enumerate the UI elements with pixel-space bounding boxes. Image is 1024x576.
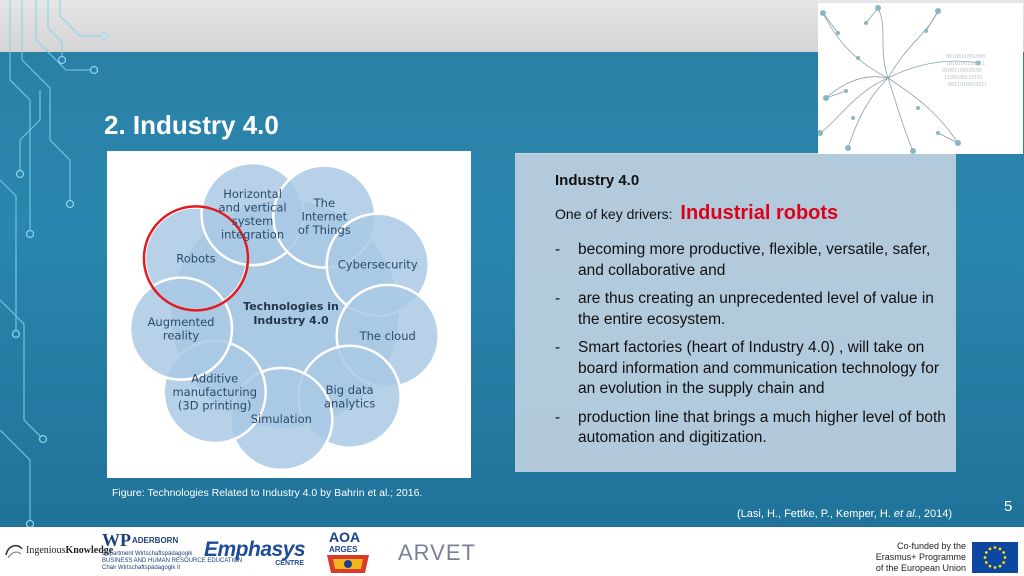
content-box: Industry 4.0 One of key drivers: Industr…	[515, 153, 956, 472]
content-heading: Industry 4.0	[555, 172, 640, 189]
arvet-logo: ARVET	[398, 540, 475, 566]
bullet-item: - Smart factories (heart of Industry 4.0)…	[555, 339, 940, 397]
eu-star-icon	[984, 561, 988, 564]
arvet-logo-text: ARVET	[398, 540, 476, 565]
key-drivers-highlight: Industrial robots	[680, 202, 839, 224]
eu-funding-text: Co-funded by the Erasmus+ Programme of t…	[868, 541, 966, 574]
svg-text:1010100110011: 1010100110011	[946, 61, 985, 67]
eu-star-icon	[993, 566, 997, 569]
eu-line: of the European Union	[875, 563, 966, 573]
key-drivers-prefix: One of key drivers:	[555, 206, 673, 222]
eu-star-icon	[983, 556, 987, 559]
eu-erasmus-logo: Co-funded by the Erasmus+ Programme of t…	[868, 540, 1020, 574]
eu-star-icon	[1003, 556, 1007, 559]
svg-text:0100110010100: 0100110010100	[942, 68, 981, 74]
slide-title: 2. Industry 4.0	[104, 110, 279, 140]
citation-authors: (Lasi, H., Fettke, P., Kemper, H.	[737, 508, 894, 520]
center-label: Technologies in Industry 4.0	[243, 300, 339, 327]
emphasys-logo: Emphasys CENTRE	[204, 538, 308, 570]
page-number: 5	[1004, 498, 1013, 515]
bullet-text: are thus creating an unprecedented level…	[578, 290, 934, 328]
bullet-item: - production line that brings a much high…	[555, 408, 946, 447]
bullet-text: becoming more productive, flexible, vers…	[578, 241, 931, 279]
tech-node-label: Big data analytics	[324, 383, 375, 411]
eu-line: Erasmus+ Programme	[875, 552, 966, 562]
svg-text:0010011001000: 0010011001000	[946, 54, 985, 60]
eu-star-icon	[984, 551, 988, 554]
emphasys-logo-text: Emphasys	[204, 538, 306, 561]
ingenious-logo-text: Ingenious	[26, 545, 66, 556]
ingenious-knowledge-logo: IngeniousKnowledge	[4, 541, 113, 563]
tech-node-label: The cloud	[359, 329, 416, 343]
network-illustration: 0010011001000 1010100110011 010011001010…	[818, 3, 1023, 154]
tech-node-label: Cybersecurity	[338, 258, 418, 272]
key-drivers-line: One of key drivers: Industrial robots	[555, 202, 838, 225]
eu-flag-icon	[972, 542, 1018, 573]
svg-text:1100100110101: 1100100110101	[944, 75, 983, 81]
bullet-text: production line that brings a much highe…	[578, 408, 946, 447]
arges-logo-text: ARGES	[329, 545, 358, 554]
tech-node-label: Horizontal and vertical system integration	[218, 187, 286, 242]
aoa-logo-text: AOA	[329, 529, 361, 545]
eu-star-icon	[988, 564, 992, 568]
eu-star-icon	[1002, 551, 1006, 554]
slide: 2. Industry 4.0 Robots Horizontal and vert…	[0, 0, 1024, 576]
eu-star-icon	[988, 547, 992, 551]
citation-etal: et al.	[893, 508, 918, 520]
bullet-text: Smart factories (heart of Industry 4.0) …	[578, 339, 940, 397]
wp-paderborn-logo: WP ADERBORN Department Wirtschaftspädago…	[102, 530, 242, 576]
eu-line: Co-funded by the	[896, 541, 966, 551]
eu-star-icon	[993, 546, 997, 549]
tech-node-label: Robots	[176, 251, 215, 265]
bullet-list: - becoming more productive, flexible, ver…	[555, 240, 951, 457]
figure-caption: Figure: Technologies Related to Industry…	[112, 487, 423, 499]
emphasys-logo-sub: CENTRE	[275, 560, 304, 567]
tech-node-label: Simulation	[251, 412, 312, 426]
citation: (Lasi, H., Fettke, P., Kemper, H. et al.…	[737, 508, 952, 520]
wp-logo-name: ADERBORN	[132, 536, 179, 545]
eu-star-icon	[1002, 561, 1006, 564]
aoa-arges-logo: AOA ARGES	[323, 529, 373, 575]
industry40-diagram: Robots Horizontal and vertical system integr…	[107, 151, 471, 478]
citation-year: , 2014)	[917, 508, 953, 520]
bullet-item: - are thus creating an unprecedented leve…	[555, 290, 934, 328]
eu-star-icon	[998, 547, 1002, 551]
eu-star-icon	[998, 564, 1002, 568]
bullet-item: - becoming more productive, flexible, ver…	[555, 241, 931, 279]
svg-text:0011010010011: 0011010010011	[948, 82, 987, 88]
wp-logo-mark: WP	[102, 530, 131, 550]
